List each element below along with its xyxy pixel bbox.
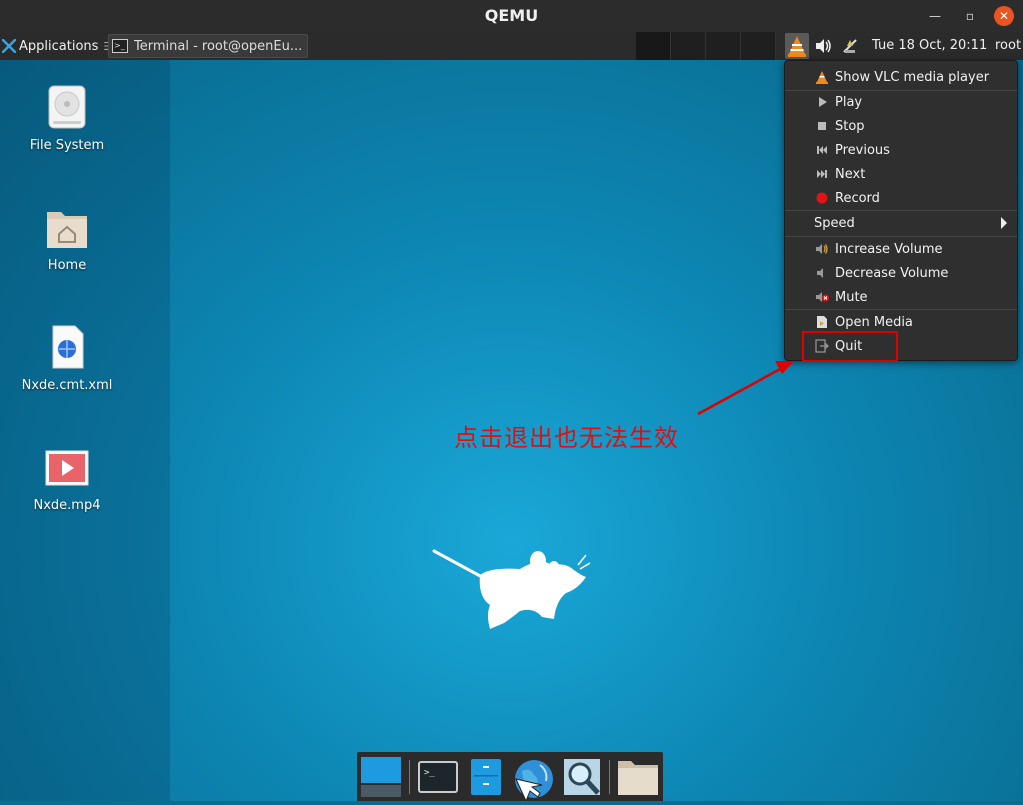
workspace-4[interactable] <box>741 32 776 60</box>
terminal-icon: >_ <box>112 39 128 53</box>
menu-item-label: Increase Volume <box>835 241 943 257</box>
network-icon[interactable] <box>841 36 859 56</box>
window-title: QEMU <box>484 6 539 25</box>
menu-item-mute[interactable]: Mute <box>785 285 1017 309</box>
desktop-icon-label: Home <box>47 258 87 273</box>
app-finder-icon <box>564 759 600 795</box>
volume-up-icon <box>816 244 828 254</box>
taskbar-terminal-label: Terminal - root@openEu... <box>134 38 303 54</box>
open-media-icon <box>817 316 827 328</box>
vlc-cone-icon <box>788 36 806 57</box>
panel-user[interactable]: root <box>995 38 1021 53</box>
record-icon <box>816 192 828 204</box>
volume-down-icon <box>817 268 823 278</box>
video-file-icon <box>45 444 89 490</box>
terminal-icon: >_ <box>418 761 458 793</box>
file-manager-icon <box>471 759 501 795</box>
dock-file-manager[interactable] <box>466 757 506 797</box>
maximize-icon: ▫ <box>965 9 975 23</box>
menu-item-previous[interactable]: Previous <box>785 138 1017 162</box>
host-titlebar: QEMU — ▫ ✕ <box>0 0 1023 32</box>
svg-text:>_: >_ <box>424 768 435 778</box>
desktop-icon-file-system[interactable]: File System <box>17 84 117 153</box>
xfce-logo-icon <box>2 39 16 53</box>
desktop-icon-label: File System <box>29 138 105 153</box>
close-icon: ✕ <box>998 9 1010 23</box>
menu-item-stop[interactable]: Stop <box>785 114 1017 138</box>
harddisk-icon <box>45 84 89 130</box>
menu-item-label: Play <box>835 94 863 110</box>
show-desktop-icon <box>361 757 401 797</box>
desktop-icon-video-file[interactable]: Nxde.mp4 <box>17 444 117 513</box>
menu-item-label: Stop <box>835 118 865 134</box>
workspace-1[interactable] <box>636 32 671 60</box>
dock-terminal[interactable]: >_ <box>418 757 458 797</box>
home-folder-icon <box>45 204 89 250</box>
desktop-icon-label: Nxde.cmt.xml <box>21 378 113 393</box>
annotation-highlight-box <box>802 331 898 362</box>
menu-item-show-vlc[interactable]: Show VLC media player <box>785 65 1017 89</box>
volume-icon[interactable] <box>814 36 832 56</box>
panel-clock[interactable]: Tue 18 Oct, 20:11 <box>872 38 987 53</box>
web-browser-icon <box>515 760 553 803</box>
play-icon <box>819 97 827 107</box>
menu-item-label: Speed <box>814 215 855 231</box>
desktop-icon-label: Nxde.mp4 <box>33 498 101 513</box>
workspace-switcher[interactable] <box>636 32 776 60</box>
menu-item-decrease-volume[interactable]: Decrease Volume <box>785 261 1017 285</box>
dock-app-finder[interactable] <box>562 757 602 797</box>
desktop-icon-home[interactable]: Home <box>17 204 117 273</box>
workspace-3[interactable] <box>706 32 741 60</box>
minimize-button[interactable]: — <box>925 6 945 26</box>
menu-item-label: Mute <box>835 289 868 305</box>
menu-item-next[interactable]: Next <box>785 162 1017 186</box>
applications-menu-button[interactable]: Applications ☰ <box>0 32 113 60</box>
menu-item-label: Next <box>835 166 866 182</box>
annotation-text: 点击退出也无法生效 <box>454 424 679 452</box>
mute-icon <box>816 292 829 302</box>
menu-item-record[interactable]: Record <box>785 186 1017 210</box>
next-icon <box>817 170 827 178</box>
stop-icon <box>818 122 826 130</box>
dock-folder[interactable] <box>617 757 658 797</box>
menu-item-label: Record <box>835 190 880 206</box>
dock-separator <box>409 760 410 794</box>
menu-item-speed[interactable]: Speed <box>785 211 1017 235</box>
folder-icon <box>618 761 658 795</box>
vlc-cone-icon <box>816 71 828 84</box>
menu-item-label: Previous <box>835 142 890 158</box>
xml-file-icon <box>45 324 89 370</box>
vlc-tray-button[interactable] <box>785 33 809 59</box>
submenu-arrow-icon <box>1001 217 1007 229</box>
minimize-icon: — <box>929 9 941 23</box>
xfce-mouse-logo <box>432 549 590 629</box>
taskbar-terminal-button[interactable]: >_ Terminal - root@openEu... <box>108 34 308 58</box>
dock-web-browser[interactable] <box>512 757 553 803</box>
menu-item-label: Open Media <box>835 314 913 330</box>
applications-label: Applications <box>19 38 99 54</box>
desktop-icon-xml-file[interactable]: Nxde.cmt.xml <box>17 324 117 393</box>
vlc-tray-menu: Show VLC media player Play Stop Previous… <box>784 60 1018 361</box>
close-button[interactable]: ✕ <box>994 6 1014 26</box>
menu-item-increase-volume[interactable]: Increase Volume <box>785 237 1017 261</box>
dock-separator <box>609 760 610 794</box>
workspace-2[interactable] <box>671 32 706 60</box>
menu-item-label: Show VLC media player <box>835 69 990 85</box>
menu-item-label: Decrease Volume <box>835 265 949 281</box>
top-panel: Applications ☰ >_ Terminal - root@openEu… <box>0 32 1023 61</box>
previous-icon <box>817 146 827 154</box>
menu-item-play[interactable]: Play <box>785 90 1017 114</box>
bottom-dock: >_ <box>357 752 663 803</box>
dock-show-desktop[interactable] <box>361 757 401 797</box>
maximize-button[interactable]: ▫ <box>960 6 980 26</box>
